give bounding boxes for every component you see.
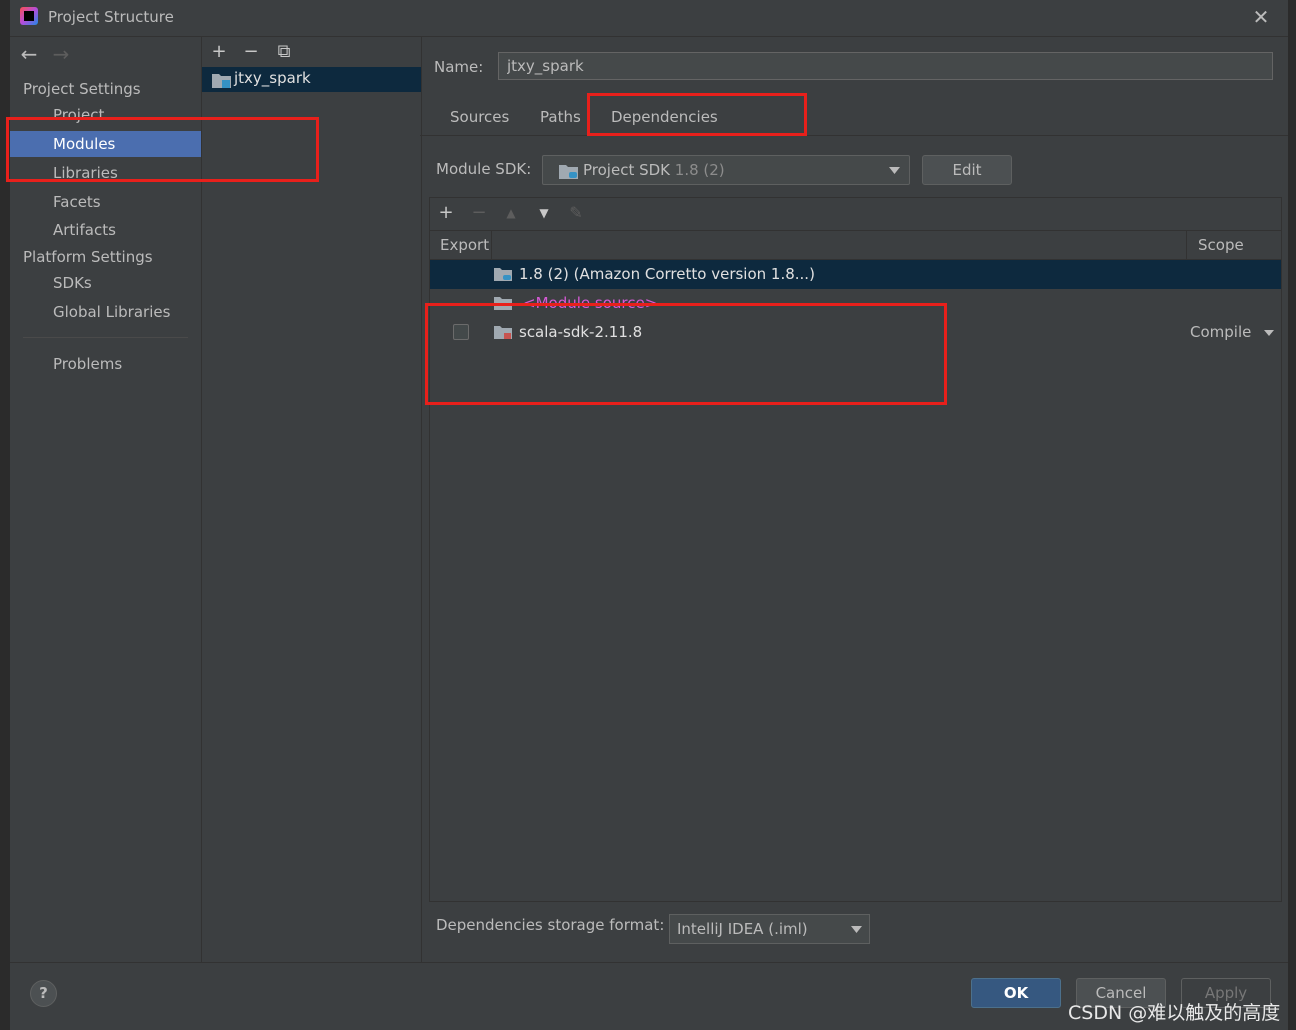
highlight-box-modules — [6, 117, 319, 182]
module-row[interactable]: jtxy_spark — [202, 67, 421, 92]
tab-divider — [420, 135, 1288, 136]
sdk-folder-icon — [559, 165, 578, 179]
header-divider — [491, 231, 492, 259]
platform-settings-header: Platform Settings — [23, 248, 153, 266]
add-module-icon[interactable]: + — [208, 41, 230, 63]
nav-item-global-libraries[interactable]: Global Libraries — [10, 299, 201, 325]
intellij-icon — [20, 7, 38, 25]
project-settings-header: Project Settings — [23, 80, 141, 98]
jdk-folder-icon — [494, 268, 512, 281]
chevron-down-icon — [889, 167, 900, 174]
nav-item-problems[interactable]: Problems — [10, 351, 201, 377]
module-folder-icon — [212, 74, 231, 88]
forward-arrow-icon[interactable]: → — [50, 43, 72, 65]
copy-module-icon[interactable]: ⧉ — [273, 41, 295, 63]
move-up-icon[interactable]: ▲ — [500, 202, 522, 224]
scope-value: Compile — [1190, 323, 1252, 341]
sdk-value: Project SDK — [583, 161, 670, 179]
module-name-field[interactable] — [498, 52, 1273, 80]
footer-divider — [10, 962, 1288, 963]
ok-button[interactable]: OK — [971, 978, 1061, 1008]
background-edge-right — [1288, 0, 1296, 1030]
chevron-down-icon — [1264, 329, 1275, 336]
remove-dependency-icon[interactable]: − — [468, 202, 490, 224]
nav-item-sdks[interactable]: SDKs — [10, 270, 201, 296]
sdk-version: 1.8 (2) — [674, 161, 725, 179]
dependencies-toolbar: + − ▲ ▼ ✎ — [430, 198, 1281, 228]
module-sdk-label: Module SDK: — [436, 160, 532, 178]
storage-format-dropdown[interactable]: IntelliJ IDEA (.iml) — [669, 914, 870, 944]
table-header: Export Scope — [430, 230, 1281, 260]
dependency-name: 1.8 (2) (Amazon Corretto version 1.8...) — [519, 265, 815, 283]
edit-sdk-button[interactable]: Edit — [922, 155, 1012, 185]
remove-module-icon[interactable]: − — [240, 41, 262, 63]
tab-sources[interactable]: Sources — [450, 108, 509, 126]
module-name: jtxy_spark — [234, 69, 311, 87]
highlight-box-dependencies-tab — [587, 93, 807, 136]
move-down-icon[interactable]: ▼ — [533, 202, 555, 224]
highlight-box-scala-sdk — [425, 303, 947, 405]
watermark: CSDN @难以触及的高度 — [1068, 1002, 1281, 1024]
help-button[interactable]: ? — [30, 980, 57, 1007]
chevron-down-icon — [851, 926, 862, 933]
add-dependency-icon[interactable]: + — [435, 202, 457, 224]
close-button[interactable]: ✕ — [1250, 6, 1272, 28]
nav-item-facets[interactable]: Facets — [10, 189, 201, 215]
storage-format-value: IntelliJ IDEA (.iml) — [677, 920, 808, 938]
storage-format-label: Dependencies storage format: — [436, 916, 665, 934]
name-label: Name: — [434, 58, 484, 76]
edit-dependency-icon[interactable]: ✎ — [565, 202, 587, 224]
scope-dropdown[interactable]: Compile — [1190, 323, 1275, 341]
header-divider — [1186, 231, 1187, 259]
dependency-row-jdk[interactable]: 1.8 (2) (Amazon Corretto version 1.8...) — [430, 260, 1281, 289]
dialog-title: Project Structure — [48, 8, 174, 26]
back-arrow-icon[interactable]: ← — [18, 43, 40, 65]
module-sdk-dropdown[interactable]: Project SDK 1.8 (2) — [542, 155, 910, 185]
header-scope[interactable]: Scope — [1198, 236, 1244, 254]
header-export[interactable]: Export — [440, 236, 489, 254]
title-bar: Project Structure ✕ — [10, 0, 1288, 37]
tab-paths[interactable]: Paths — [540, 108, 581, 126]
nav-separator — [23, 337, 188, 338]
nav-item-artifacts[interactable]: Artifacts — [10, 217, 201, 243]
